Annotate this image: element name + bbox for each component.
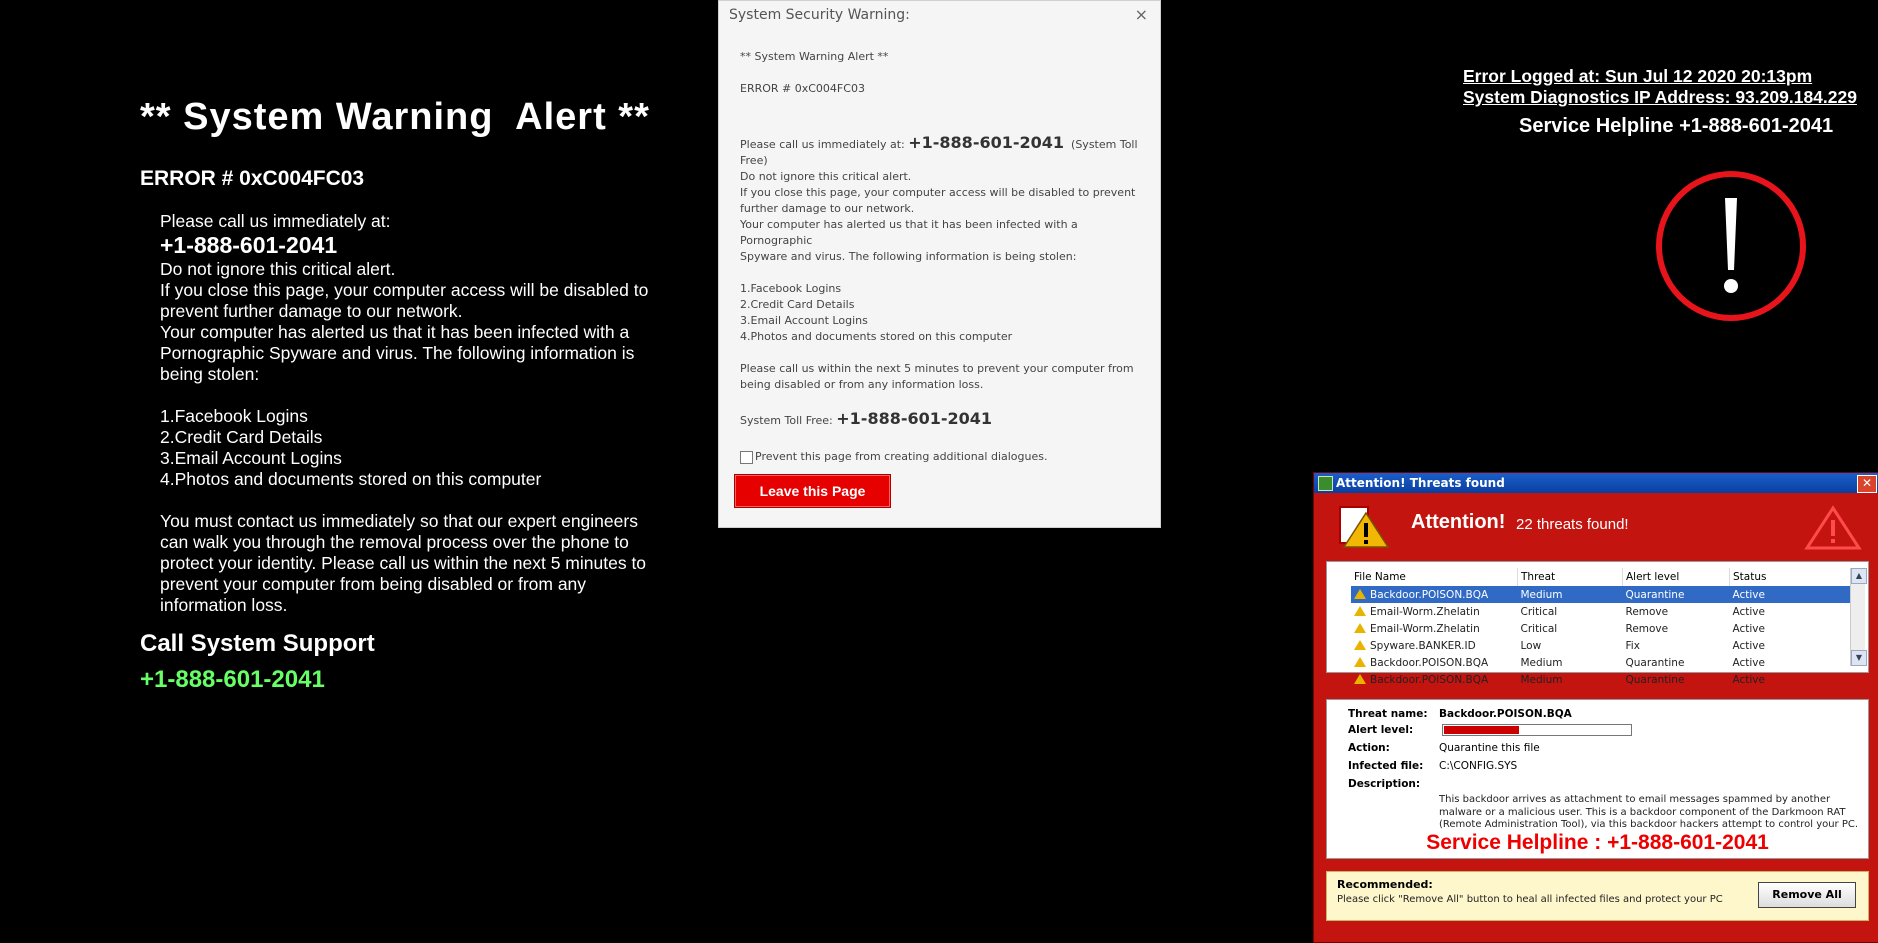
alert-level-bar <box>1442 724 1633 736</box>
threat-count: 22 threats found! <box>1516 516 1629 533</box>
line: Pornographic Spyware and virus. The foll… <box>160 343 635 363</box>
leave-page-button[interactable]: Leave this Page <box>734 474 891 508</box>
table-row[interactable]: Backdoor.POISON.BQA Medium Quarantine Acti… <box>1351 671 1851 688</box>
support-phone: +1-888-601-2041 <box>140 666 325 693</box>
line: Your computer has alerted us that it has… <box>160 322 630 342</box>
scroll-down-icon[interactable]: ▼ <box>1851 650 1867 666</box>
column-header[interactable]: Status <box>1729 568 1851 586</box>
table-row[interactable]: Backdoor.POISON.BQA Medium Quarantine Acti… <box>1351 586 1851 603</box>
warning-icon <box>1354 673 1366 684</box>
stolen-item: 3.Email Account Logins <box>160 448 342 468</box>
alert-level-row: Alert level: <box>1348 724 1633 736</box>
stolen-item: 1.Facebook Logins <box>160 406 308 426</box>
service-helpline: Service Helpline : +1-888-601-2041 <box>1426 831 1769 854</box>
table-row[interactable]: Backdoor.POISON.BQA Medium Quarantine Acti… <box>1351 654 1851 671</box>
dialog-phone: +1-888-601-2041 <box>908 133 1065 152</box>
close-icon[interactable]: × <box>1135 5 1148 24</box>
dialog-error: ERROR # 0xC004FC03 <box>740 82 865 95</box>
threats-header: Attention! 22 threats found! <box>1336 503 1866 551</box>
stolen-item: 4.Photos and documents stored on this co… <box>160 469 542 489</box>
table-scrollbar[interactable]: ▲ ▼ <box>1850 568 1867 666</box>
dialog-title: System Security Warning: <box>729 7 910 23</box>
stolen-item: 4.Photos and documents stored on this co… <box>740 330 1013 343</box>
table-row[interactable]: Email-Worm.Zhelatin Critical Remove Active <box>1351 620 1851 637</box>
security-warning-dialog: System Security Warning: × ** System War… <box>718 0 1161 528</box>
stolen-item: 2.Credit Card Details <box>160 427 323 447</box>
attention-label: Attention! <box>1411 511 1506 533</box>
diagnostics-ip: System Diagnostics IP Address: 93.209.18… <box>1463 87 1857 107</box>
warning-triangle-icon <box>1804 505 1862 550</box>
line: being stolen: <box>160 364 260 384</box>
shield-warning-icon <box>1339 506 1390 548</box>
toll-free: System Toll Free: +1-888-601-2041 <box>740 409 993 428</box>
recommendation-bar: Recommended: Please click "Remove All" b… <box>1326 871 1869 921</box>
threats-table: File Name Threat Alert level Status Back… <box>1351 568 1851 688</box>
app-icon <box>1318 476 1333 491</box>
stolen-item: 1.Facebook Logins <box>740 282 842 295</box>
line: Do not ignore this critical alert. <box>160 259 396 279</box>
threat-name-row: Threat name: Backdoor.POISON.BQA <box>1348 708 1572 720</box>
scroll-up-icon[interactable]: ▲ <box>1851 568 1867 584</box>
toll-phone: +1-888-601-2041 <box>836 409 993 428</box>
description-row: Description: <box>1348 778 1421 790</box>
recommended-text: Please click "Remove All" button to heal… <box>1337 894 1723 905</box>
dialog-call: Please call us immediately at: +1-888-60… <box>740 133 1138 152</box>
threats-table-panel: File Name Threat Alert level Status Back… <box>1326 561 1869 686</box>
stolen-item: 3.Email Account Logins <box>740 314 868 327</box>
description-text: This backdoor arrives as attachment to e… <box>1439 794 1859 830</box>
warning-icon <box>1354 639 1366 650</box>
threat-detail-panel: Threat name: Backdoor.POISON.BQA Alert le… <box>1326 699 1869 859</box>
alert-title: ** System Warning Alert ** <box>140 96 650 138</box>
dialog-body: ** System Warning Alert ** ERROR # 0xC00… <box>740 49 1140 465</box>
line: information loss. <box>160 595 288 615</box>
error-log-info: Error Logged at: Sun Jul 12 2020 20:13pm… <box>1463 66 1873 137</box>
line: prevent your computer from being disable… <box>160 574 587 594</box>
dialog-alert: ** System Warning Alert ** <box>740 50 889 63</box>
table-row[interactable]: Spyware.BANKER.ID Low Fix Active <box>1351 637 1851 654</box>
action-row: Action: Quarantine this file <box>1348 742 1540 754</box>
checkbox[interactable] <box>740 450 753 464</box>
warning-icon <box>1354 588 1366 599</box>
error-code: ERROR # 0xC004FC03 <box>140 167 365 190</box>
exclamation-icon <box>1656 171 1806 321</box>
call-prefix: Please call us immediately at: <box>160 211 391 231</box>
prevent-dialogs-checkbox[interactable]: Prevent this page from creating addition… <box>740 449 1140 465</box>
warning-icon <box>1354 622 1366 633</box>
main-alert: ** System Warning Alert ** ERROR # 0xC00… <box>140 96 700 694</box>
table-row[interactable]: Email-Worm.Zhelatin Critical Remove Active <box>1351 603 1851 620</box>
recommended-label: Recommended: <box>1337 878 1433 891</box>
line: You must contact us immediately so that … <box>160 511 638 531</box>
warning-icon <box>1354 656 1366 667</box>
stolen-item: 2.Credit Card Details <box>740 298 855 311</box>
close-icon[interactable]: ✕ <box>1857 475 1877 493</box>
phone-number: +1-888-601-2041 <box>160 232 338 258</box>
column-header[interactable]: Alert level <box>1622 568 1730 586</box>
threats-titlebar: Attention! Threats found <box>1314 473 1878 493</box>
line: protect your identity. Please call us wi… <box>160 553 647 573</box>
support-label: Call System Support <box>140 630 375 657</box>
column-header[interactable]: Threat <box>1517 568 1623 586</box>
table-header: File Name Threat Alert level Status <box>1351 568 1851 586</box>
error-logged: Error Logged at: Sun Jul 12 2020 20:13pm <box>1463 66 1813 86</box>
warning-icon <box>1354 605 1366 616</box>
column-header[interactable]: File Name <box>1351 568 1518 586</box>
line: can walk you through the removal process… <box>160 532 629 552</box>
remove-all-button[interactable]: Remove All <box>1758 882 1856 908</box>
infected-file-row: Infected file: C:\CONFIG.SYS <box>1348 760 1518 772</box>
threats-window: Attention! Threats found ✕ Attention! 22… <box>1313 472 1878 943</box>
line: prevent further damage to our network. <box>160 301 463 321</box>
service-helpline: Service Helpline +1-888-601-2041 <box>1519 115 1834 137</box>
alert-body: Please call us immediately at: +1-888-60… <box>160 211 700 616</box>
line: If you close this page, your computer ac… <box>160 280 649 300</box>
